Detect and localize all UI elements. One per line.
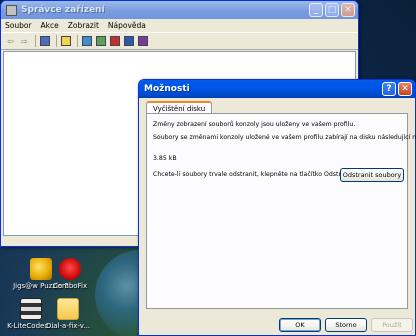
size-value: 3.85 kB xyxy=(153,155,177,162)
device-manager-titlebar[interactable]: Správce zařízení _ □ ✕ xyxy=(1,1,358,19)
ok-button[interactable]: OK xyxy=(279,318,321,332)
space-info-text: Soubory se změnami konzoly uložené ve va… xyxy=(153,134,416,141)
back-icon[interactable]: ⇦ xyxy=(5,36,16,47)
delete-files-button[interactable]: Odstranit soubory xyxy=(340,168,404,182)
folder-icon xyxy=(57,298,79,320)
cancel-button[interactable]: Storno xyxy=(325,318,367,332)
combofix-icon xyxy=(59,258,81,280)
desktop-icon-label: ComboFix xyxy=(52,282,88,290)
update-driver-icon[interactable] xyxy=(96,36,106,46)
maximize-button[interactable]: □ xyxy=(325,3,339,17)
apply-button[interactable]: Použít xyxy=(371,318,413,332)
device-manager-title: Správce zařízení xyxy=(21,5,105,15)
disable-icon[interactable] xyxy=(124,36,134,46)
toolbar: ⇦ ⇨ xyxy=(1,33,358,50)
options-titlebar[interactable]: Možnosti ? ✕ xyxy=(139,80,415,98)
close-button[interactable]: ✕ xyxy=(398,82,412,96)
menu-bar: Soubor Akce Zobrazit Nápověda xyxy=(1,19,358,33)
klite-codec-icon xyxy=(20,298,42,320)
help-button[interactable]: ? xyxy=(382,82,396,96)
scan-hardware-icon[interactable] xyxy=(82,36,92,46)
menu-akce[interactable]: Akce xyxy=(41,21,59,30)
toolbar-separator xyxy=(56,35,57,47)
enable-icon[interactable] xyxy=(138,36,148,46)
desktop-icon-dial-a-fix[interactable]: Dial-a-fix-v... xyxy=(40,298,96,331)
desktop-icon-combofix[interactable]: ComboFix xyxy=(42,258,98,291)
desktop-icon-label: Dial-a-fix-v... xyxy=(45,322,91,330)
menu-zobrazit[interactable]: Zobrazit xyxy=(68,21,99,30)
help-icon[interactable] xyxy=(61,36,71,46)
properties-icon[interactable] xyxy=(40,36,50,46)
close-button[interactable]: ✕ xyxy=(341,3,355,17)
forward-icon[interactable]: ⇨ xyxy=(19,36,30,47)
toolbar-separator xyxy=(77,35,78,47)
menu-soubor[interactable]: Soubor xyxy=(5,21,32,30)
profile-info-text: Změny zobrazení souborů konzoly jsou ulo… xyxy=(153,121,356,128)
minimize-button[interactable]: _ xyxy=(309,3,323,17)
options-title: Možnosti xyxy=(144,84,190,94)
toolbar-separator xyxy=(35,35,36,47)
menu-napoveda[interactable]: Nápověda xyxy=(108,21,146,30)
tab-panel-disk-cleanup: Změny zobrazení souborů konzoly jsou ulo… xyxy=(146,113,416,309)
uninstall-icon[interactable] xyxy=(110,36,120,46)
options-dialog: Možnosti ? ✕ Vyčištění disku Změny zobra… xyxy=(138,79,416,336)
device-manager-icon xyxy=(6,4,17,16)
